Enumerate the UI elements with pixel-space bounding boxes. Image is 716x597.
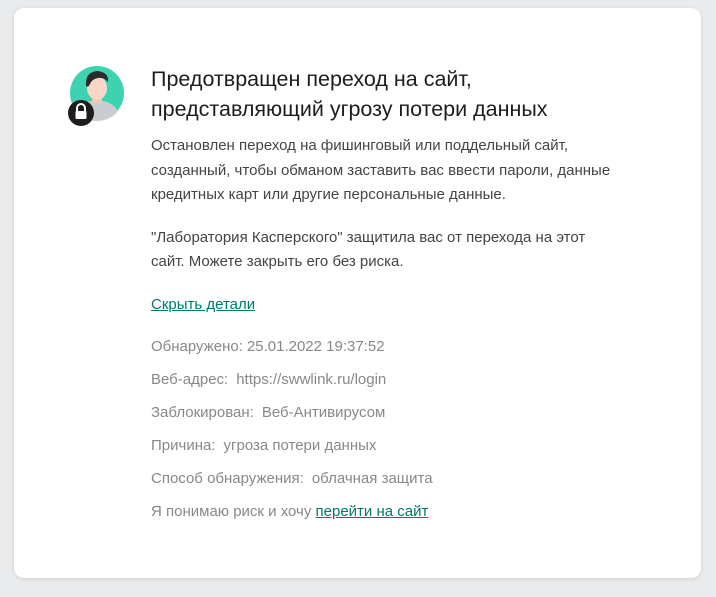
detected-label: Обнаружено: xyxy=(151,337,243,355)
reason-label: Причина: xyxy=(151,436,216,454)
detail-row-detected: Обнаружено: 25.01.2022 19:37:52 xyxy=(151,337,651,357)
method-value: облачная защита xyxy=(311,469,433,487)
detail-row-url: Веб-адрес: https://swwlink.ru/login xyxy=(151,370,651,390)
page-title: Предотвращен переход на сайт, представля… xyxy=(151,67,548,121)
method-label: Способ обнаружения: xyxy=(151,469,304,487)
protection-note: "Лаборатория Касперского" защитила вас о… xyxy=(151,228,586,271)
url-label: Веб-адрес: xyxy=(151,370,229,388)
blocked-by-label: Заблокирован: xyxy=(151,403,254,421)
url-value: https://swwlink.ru/login xyxy=(236,370,387,388)
detail-row-proceed: Я понимаю риск и хочу перейти на сайт xyxy=(151,502,651,522)
detected-value: 25.01.2022 19:37:52 xyxy=(246,337,385,355)
proceed-prefix: Я понимаю риск и хочу xyxy=(151,502,312,520)
hide-details-link[interactable]: Скрыть детали xyxy=(151,295,255,315)
warning-card: Предотвращен переход на сайт, представля… xyxy=(14,8,701,578)
user-lock-icon xyxy=(68,64,126,126)
detail-row-method: Способ обнаружения: облачная защита xyxy=(151,469,651,489)
proceed-to-site-link[interactable]: перейти на сайт xyxy=(316,503,429,520)
warning-content: Предотвращен переход на сайт, представля… xyxy=(151,64,651,535)
detail-row-reason: Причина: угроза потери данных xyxy=(151,436,651,456)
warning-description: Остановлен переход на фишинговый или под… xyxy=(151,137,611,203)
details-section: Обнаружено: 25.01.2022 19:37:52 Веб-адрес… xyxy=(151,337,651,522)
detail-row-blocked-by: Заблокирован: Веб-Антивирусом xyxy=(151,403,651,423)
reason-value: угроза потери данных xyxy=(223,436,377,454)
blocked-by-value: Веб-Антивирусом xyxy=(261,403,386,421)
